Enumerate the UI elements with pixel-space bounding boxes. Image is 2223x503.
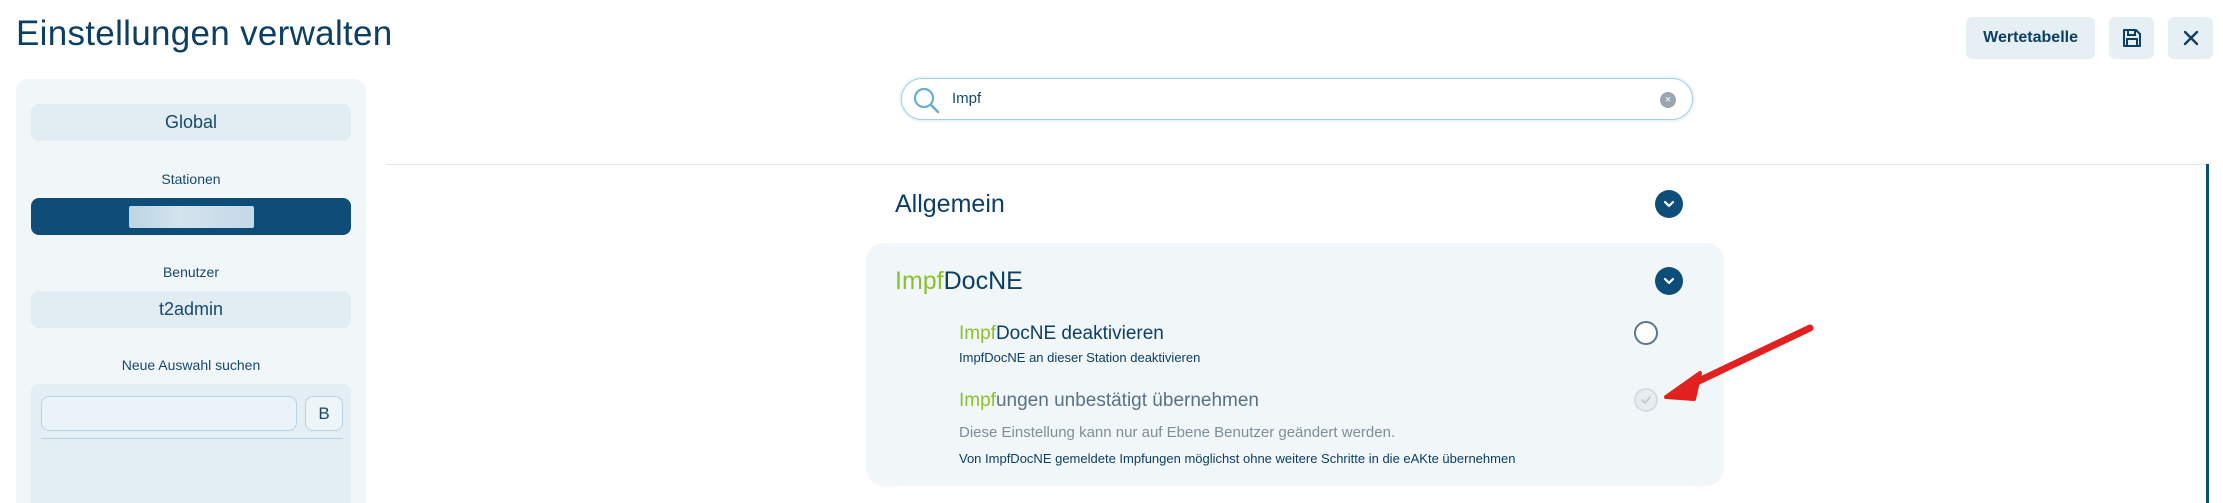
settings-search-input[interactable]: Impf × [901,78,1693,120]
user-scope-button[interactable]: t2admin [31,291,351,328]
save-icon [2122,29,2141,47]
setting-deaktivieren-title: ImpfDocNE deaktivieren [959,323,1164,344]
setting-unbestaetigt-radio[interactable] [1634,388,1658,412]
benutzer-label: Benutzer [162,264,220,280]
global-scope-button[interactable]: Global [31,104,351,141]
impfdocne-chevron-down-icon[interactable] [1655,267,1683,295]
divider [386,164,2206,165]
selection-search-area: B [31,384,351,503]
scope-selection-panel: Global Stationen Benutzer t2admin Neue A… [16,79,366,503]
selection-search-input[interactable] [41,396,297,431]
clear-search-icon[interactable]: × [1660,92,1676,108]
search-icon [913,87,940,114]
setting-unbestaetigt-title: Impfungen unbestätigt übernehmen [959,390,1259,411]
category-allgemein-title[interactable]: Allgemein [895,190,1005,219]
redacted-station-name [128,205,254,228]
page-title: Einstellungen verwalten [16,14,393,53]
search-value: Impf [952,90,982,107]
category-impfdocne-card: ImpfDocNE ImpfDocNE deaktivieren ImpfDoc… [866,243,1724,486]
setting-deaktivieren-radio[interactable] [1634,321,1658,345]
setting-unbestaetigt-note: Diese Einstellung kann nur auf Ebene Ben… [959,424,1396,441]
allgemein-chevron-down-icon[interactable] [1655,190,1683,218]
close-button[interactable] [2168,17,2213,59]
neue-auswahl-label: Neue Auswahl suchen [121,357,261,373]
wertetabelle-button[interactable]: Wertetabelle [1966,17,2095,59]
check-icon [1641,396,1651,405]
station-selected-button[interactable] [31,198,351,235]
setting-deaktivieren-description: ImpfDocNE an dieser Station deaktivieren [959,350,1201,365]
category-impfdocne-title[interactable]: ImpfDocNE [895,267,1023,296]
divider [41,438,343,439]
b-button[interactable]: B [305,396,343,431]
stationen-label: Stationen [161,171,221,187]
annotation-arrow-icon [1664,324,1814,401]
save-button[interactable] [2109,17,2154,59]
header-actions: Wertetabelle [1966,17,2213,59]
scrollbar[interactable] [2206,164,2209,503]
close-icon [2183,30,2198,46]
setting-unbestaetigt-description: Von ImpfDocNE gemeldete Impfungen möglic… [959,451,1516,466]
